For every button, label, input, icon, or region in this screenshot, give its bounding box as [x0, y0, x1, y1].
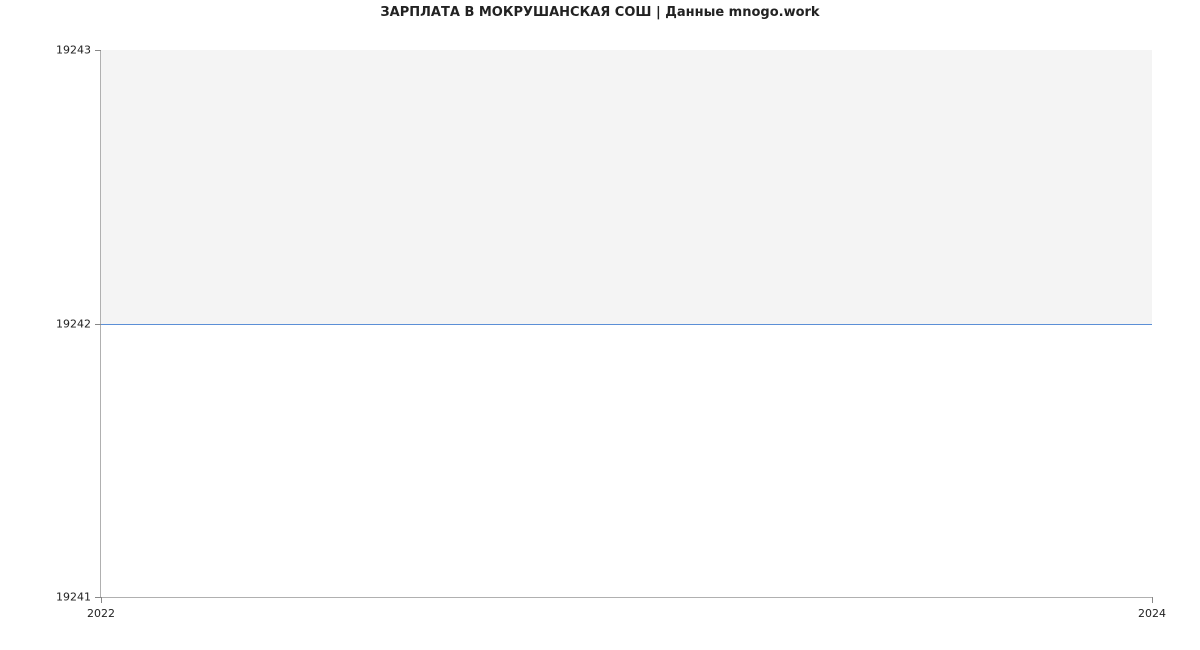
plot-area: 19243 19242 19241 2022 2024 — [100, 50, 1152, 598]
chart-title: ЗАРПЛАТА В МОКРУШАНСКАЯ СОШ | Данные mno… — [0, 5, 1200, 20]
chart-container: ЗАРПЛАТА В МОКРУШАНСКАЯ СОШ | Данные mno… — [0, 0, 1200, 650]
y-tick-label: 19242 — [56, 317, 91, 330]
x-tick-line — [1152, 597, 1153, 603]
y-tick-line — [95, 50, 101, 51]
grid-background-upper — [101, 50, 1152, 324]
y-tick-label: 19243 — [56, 44, 91, 57]
line-series — [101, 324, 1152, 325]
x-tick-line — [101, 597, 102, 603]
y-tick-label: 19241 — [56, 591, 91, 604]
x-tick-label: 2022 — [87, 607, 115, 620]
x-tick-label: 2024 — [1138, 607, 1166, 620]
